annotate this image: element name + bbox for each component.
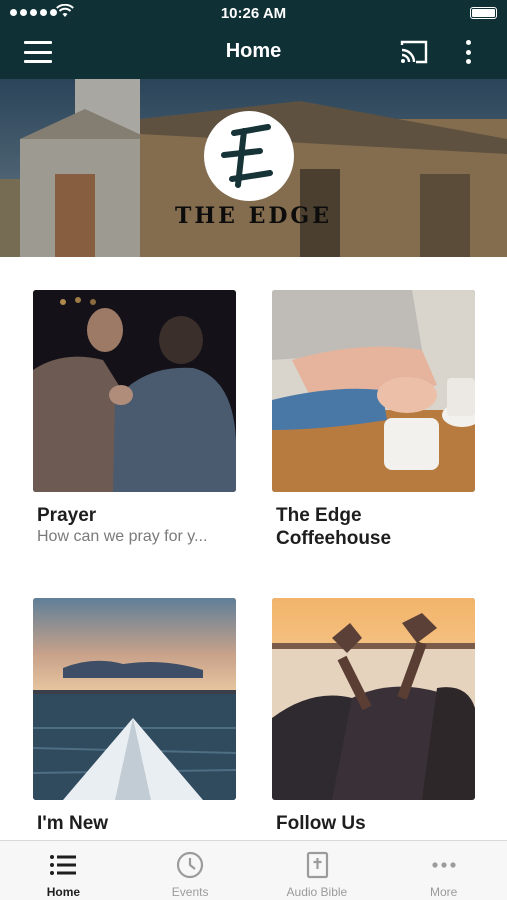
clock-icon	[177, 851, 204, 879]
tile-title: The Edge Coffeehouse	[276, 505, 392, 549]
menu-icon[interactable]	[24, 41, 54, 63]
tile-subtitle: How can we pray for y...	[37, 528, 208, 545]
tile-title: Prayer	[37, 505, 97, 526]
cast-icon[interactable]	[398, 38, 430, 66]
tab-label: Home	[46, 885, 81, 899]
tile-im-new[interactable]: I'm New	[33, 598, 236, 835]
tile-coffeehouse[interactable]: The Edge Coffeehouse	[272, 290, 475, 550]
tile-follow-us[interactable]: Follow Us	[272, 598, 475, 835]
im-new-image	[33, 598, 236, 800]
tab-label: Events	[171, 885, 209, 899]
battery-icon	[470, 7, 497, 19]
church-logo	[204, 111, 294, 201]
status-bar: 10:26 AM	[0, 0, 507, 26]
tile-prayer[interactable]: Prayer How can we pray for y...	[33, 290, 236, 547]
list-icon	[50, 855, 77, 875]
bible-icon	[306, 851, 328, 879]
tab-label: Audio Bible	[286, 885, 348, 899]
tab-bar: Home Events Audio Bible More	[0, 840, 507, 900]
follow-us-image	[272, 598, 475, 800]
tile-title: I'm New	[37, 813, 109, 834]
tile-title: Follow Us	[276, 813, 366, 834]
tab-events[interactable]: Events	[127, 841, 254, 900]
tab-audio-bible[interactable]: Audio Bible	[254, 841, 381, 900]
logo-wordmark: The Edge	[175, 203, 332, 229]
nav-bar: Home	[0, 26, 507, 79]
coffeehouse-image	[272, 290, 475, 492]
tab-label: More	[429, 885, 458, 899]
more-icon	[432, 862, 456, 868]
prayer-image	[33, 290, 236, 492]
tab-more[interactable]: More	[380, 841, 507, 900]
status-time: 10:26 AM	[220, 5, 287, 22]
tab-home[interactable]: Home	[0, 841, 127, 900]
page-title: Home	[225, 40, 282, 62]
more-options-icon[interactable]	[458, 36, 478, 68]
